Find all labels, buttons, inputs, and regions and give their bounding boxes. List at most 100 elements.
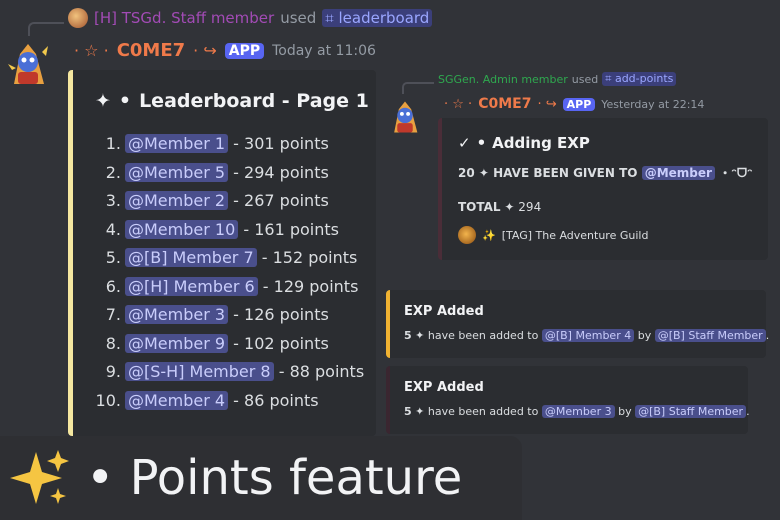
member-mention[interactable]: @[B] Member 7 [125,248,257,267]
member-mention[interactable]: @Member 2 [125,191,229,210]
points: - 152 points [261,248,358,267]
exp-added-text: have been added to [427,405,539,418]
staff-mention[interactable]: @[B] Staff Member [654,329,766,342]
period: . [765,329,770,342]
adding-exp-embed: ✓ • Adding EXP 20 ✦ HAVE BEEN GIVEN TO @… [438,118,768,260]
member-mention[interactable]: @Member [641,166,715,180]
bot-avatar[interactable] [388,98,422,136]
sparkles-icon: ✦ [95,90,111,112]
reply-command[interactable]: ⌗ add-points [602,72,677,86]
exp-added-body: 5 ✦ have been added to @Member 3 by @[B]… [404,405,750,418]
star-icon: · ☆ · [444,96,473,112]
bot-avatar[interactable] [6,40,50,88]
reply-connector [402,82,434,94]
sparkles-icon: ✦ [415,329,425,342]
rank: 2. [105,162,121,182]
exp-added-title: EXP Added [404,304,484,319]
reply-header[interactable]: SGGen. Admin member used ⌗ add-points [438,72,677,86]
guild-icon [458,226,476,244]
rank: 6. [105,276,121,296]
member-mention[interactable]: @Member 3 [541,405,615,418]
leaderboard-title-text: Leaderboard - Page 1 [139,90,369,112]
slash-command-icon: ⌗ [325,9,334,27]
reply-username[interactable]: [H] TSGd. Staff member [94,9,274,27]
rank: 4. [105,219,121,239]
bot-username[interactable]: C0ME7 [478,96,531,112]
list-item: 6. @[H] Member 6 - 129 points [95,273,364,302]
message-timestamp: Today at 11:06 [272,42,376,59]
points: - 129 points [262,276,359,296]
by-text: by [637,329,652,342]
app-badge: APP [224,42,265,59]
sparkles-icon: ✦ [478,166,489,180]
checkmark-icon: ✓ [458,134,471,152]
message-timestamp: Yesterday at 22:14 [601,97,705,111]
points: - 102 points [233,333,329,353]
sparkles-icon: ✦ [504,200,515,214]
rank: 3. [105,191,121,210]
reply-command-label: leaderboard [338,9,430,27]
period: . [746,405,750,418]
caption-text: • Points feature [86,450,463,506]
sparkles-icon [10,450,69,504]
rank: 9. [105,362,121,381]
member-mention[interactable]: @Member 4 [125,390,229,410]
member-mention[interactable]: @Member 1 [125,134,229,153]
star-icon: · ☆ · [74,41,109,60]
bot-username[interactable]: C0ME7 [117,40,185,61]
member-mention[interactable]: @Member 9 [125,333,229,353]
list-item: 5. @[B] Member 7 - 152 points [95,244,364,273]
exp-amount: 5 [404,405,412,418]
sparkles-icon: ✨ [482,228,496,242]
kaomoji: ・ᵔᗜᵔ [719,166,753,180]
points: - 88 points [278,362,365,381]
member-mention[interactable]: @Member 5 [125,162,229,182]
points: - 161 points [243,219,339,239]
member-mention[interactable]: @[B] Member 4 [541,329,635,342]
exp-added-embed: EXP Added 5 ✦ have been added to @Member… [386,366,750,434]
points: - 294 points [233,162,329,182]
staff-mention[interactable]: @[B] Staff Member [635,405,747,418]
member-mention[interactable]: @Member 10 [125,219,239,239]
list-item: 7. @Member 3 - 126 points [95,301,364,330]
points: - 267 points [233,191,329,210]
exp-added-text: have been added to [427,329,539,342]
member-mention[interactable]: @[S-H] Member 8 [125,362,274,381]
footer-text: [TAG] The Adventure Guild [501,228,649,242]
leaderboard-embed: ✦ • Leaderboard - Page 1 1. @Member 1 - 3… [68,70,376,436]
reply-used-text: used [571,72,599,86]
member-mention[interactable]: @Member 3 [125,305,229,324]
points: - 86 points [233,390,319,410]
exp-given-line: 20 ✦ HAVE BEEN GIVEN TO @Member ・ᵔᗜᵔ [458,164,753,181]
hook-icon: · ↪ [537,96,557,112]
list-item: 2. @Member 5 - 294 points [95,159,364,188]
member-mention[interactable]: @[H] Member 6 [125,276,258,296]
total-value: 294 [518,200,542,214]
feature-caption: • Points feature [0,436,522,520]
exp-added-embed: EXP Added 5 ✦ have been added to @[B] Me… [386,290,769,358]
reply-username[interactable]: SGGen. Admin member [438,73,568,86]
reply-command[interactable]: ⌗ leaderboard [322,9,433,27]
rank: 7. [105,305,121,324]
reply-connector [28,22,64,36]
bullet-dot: • [476,134,487,152]
exp-amount: 5 [404,329,412,342]
points: - 126 points [233,305,329,324]
total-label: TOTAL [458,200,501,214]
leaderboard-list: 1. @Member 1 - 301 points 2. @Member 5 - 2… [95,130,364,415]
list-item: 4. @Member 10 - 161 points [95,216,364,245]
by-text: by [618,405,632,418]
message-header: · ☆ · C0ME7 · ↪ APP Today at 11:06 [74,40,376,61]
exp-given-text: HAVE BEEN GIVEN TO [493,166,638,180]
reply-header[interactable]: [H] TSGd. Staff member used ⌗ leaderboar… [68,8,433,28]
exp-amount: 20 [458,166,475,180]
rank: 1. [105,134,121,153]
list-item: 10. @Member 4 - 86 points [95,387,364,416]
reply-command-label: add-points [614,72,674,85]
reply-avatar[interactable] [68,8,88,28]
exp-added-body: 5 ✦ have been added to @[B] Member 4 by … [404,329,769,342]
exp-title: ✓ • Adding EXP [458,134,590,152]
points: - 301 points [233,134,329,153]
exp-total-line: TOTAL ✦ 294 [458,200,541,214]
rank: 8. [105,333,121,353]
